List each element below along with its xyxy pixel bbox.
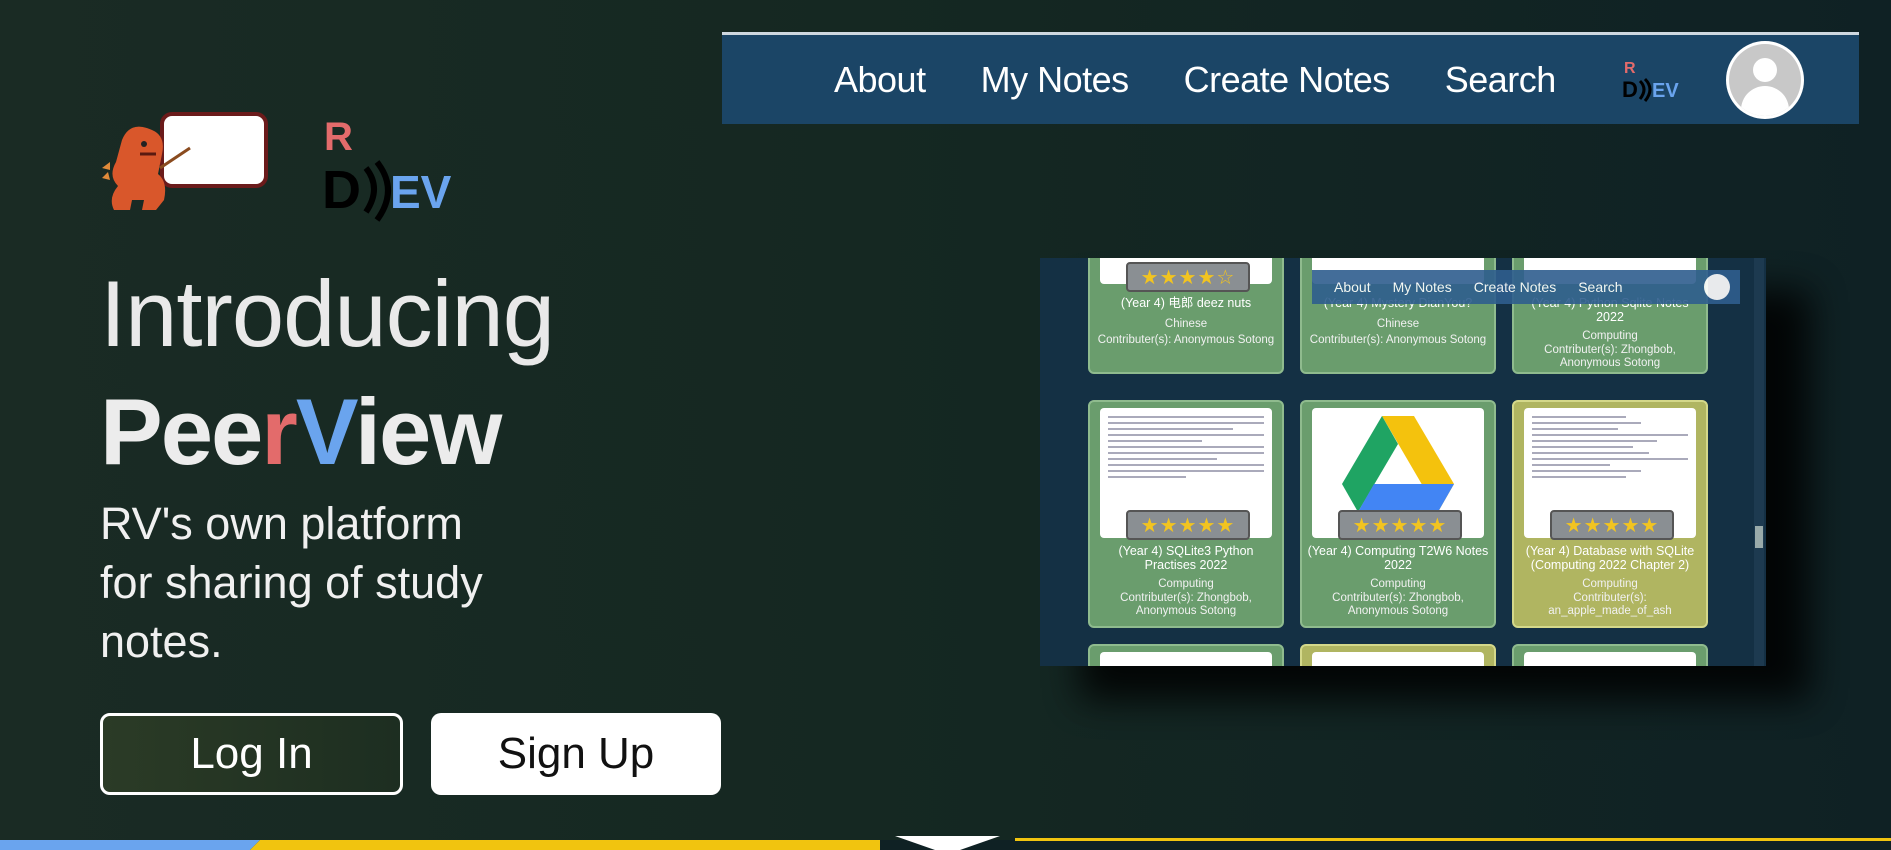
brand-letter-r: R: [324, 115, 353, 159]
card-subject: Chinese: [1164, 318, 1208, 330]
card-subject: Computing: [1370, 578, 1426, 590]
card-contributors: Contributer(s): Zhongbob, Anonymous Soto…: [1120, 592, 1252, 617]
card-contributors: Contributer(s): Anonymous Sotong: [1309, 334, 1487, 346]
card-thumbnail: [1524, 652, 1696, 666]
user-avatar-button[interactable]: [1726, 41, 1804, 119]
preview-card: ★★★★★ (Year 4) SQLite3 Python Practises …: [1088, 400, 1284, 628]
rating-stars: ★★★★★: [1338, 510, 1462, 540]
card-subject: Computing: [1158, 578, 1214, 590]
bottom-decorative-strip: [0, 836, 1891, 850]
card-contributors: Contributer(s): Zhongbob, Anonymous Soto…: [1544, 344, 1676, 369]
mini-nav-about: About: [1334, 279, 1371, 295]
card-contributors: Contributer(s): an_apple_made_of_ash: [1548, 592, 1672, 617]
preview-scroll-thumb: [1755, 526, 1763, 548]
card-title: (Year 4) 电郎 deez nuts: [1120, 296, 1252, 310]
signup-button[interactable]: Sign Up: [431, 713, 721, 795]
brand-letter-d: D: [322, 160, 361, 220]
nav-links: About My Notes Create Notes Search: [834, 35, 1611, 124]
nav-search-link[interactable]: Search: [1445, 59, 1557, 101]
hero-name-part-3: V: [295, 379, 357, 484]
nav-about-link[interactable]: About: [834, 59, 926, 101]
card-subject: Computing: [1582, 578, 1638, 590]
nav-logo-ev: EV: [1652, 80, 1679, 102]
mini-nav-my-notes: My Notes: [1392, 279, 1452, 295]
notes-preview-screenshot: ★★★★☆ (Year 4) 电郎 deez nuts Chinese Cont…: [1040, 258, 1766, 666]
rating-stars: ★★★★★: [1126, 510, 1250, 540]
card-contributors: Contributer(s): Zhongbob, Anonymous Soto…: [1332, 592, 1464, 617]
card-title: (Year 4) SQLite3 Python Practises 2022: [1118, 544, 1254, 572]
dinosaur-mascot-icon: [102, 112, 268, 210]
preview-card: ★★★★☆ (Year 4) 电郎 deez nuts Chinese Cont…: [1088, 258, 1284, 374]
avatar-icon: [1729, 44, 1801, 116]
preview-mini-navbar: About My Notes Create Notes Search: [1312, 270, 1740, 304]
mini-avatar-icon: [1704, 274, 1730, 300]
hero-name-part-4: iew: [354, 379, 503, 484]
brand-letters-ev: EV: [390, 166, 452, 218]
nav-logo-d: D: [1622, 77, 1638, 102]
nav-create-notes-link[interactable]: Create Notes: [1184, 59, 1391, 101]
hero-introducing: Introducing: [100, 261, 555, 366]
preview-card: ★★★★★ (Year 4) Computing T2W6 Notes 2022…: [1300, 400, 1496, 628]
rv-dev-brand-logo-icon: R D EV: [322, 115, 452, 222]
preview-card: [1512, 644, 1708, 666]
rv-dev-logo-icon[interactable]: R D EV: [1622, 57, 1686, 103]
hero-name-part-1: Pee: [100, 379, 263, 484]
card-subject: Computing: [1582, 330, 1638, 342]
preview-scrollbar: [1754, 258, 1764, 666]
preview-card: ★★★★★ (Year 4) Database with SQLite (Com…: [1512, 400, 1708, 628]
nav-my-notes-link[interactable]: My Notes: [981, 59, 1130, 101]
preview-card: [1300, 644, 1496, 666]
card-subject: Chinese: [1376, 318, 1420, 330]
rating-stars: ★★★★☆: [1126, 262, 1250, 292]
top-navbar: About My Notes Create Notes Search R D E…: [722, 32, 1859, 124]
nav-logo-r: R: [1624, 60, 1636, 77]
mini-nav-create-notes: Create Notes: [1473, 279, 1557, 295]
card-title: (Year 4) Computing T2W6 Notes 2022: [1307, 544, 1489, 572]
login-button[interactable]: Log In: [100, 713, 403, 795]
hero-app-name: PeerView: [100, 378, 503, 486]
card-contributors: Contributer(s): Anonymous Sotong: [1097, 334, 1275, 346]
mini-nav-search: Search: [1578, 279, 1623, 295]
rating-stars: ★★★★★: [1550, 510, 1674, 540]
hero-name-part-2: r: [261, 379, 298, 484]
card-title: (Year 4) Database with SQLite (Computing…: [1525, 544, 1695, 572]
hero-tagline: RV's own platform for sharing of study n…: [100, 498, 483, 667]
card-thumbnail: [1312, 652, 1484, 666]
card-thumbnail: [1100, 652, 1272, 666]
preview-card: [1088, 644, 1284, 666]
